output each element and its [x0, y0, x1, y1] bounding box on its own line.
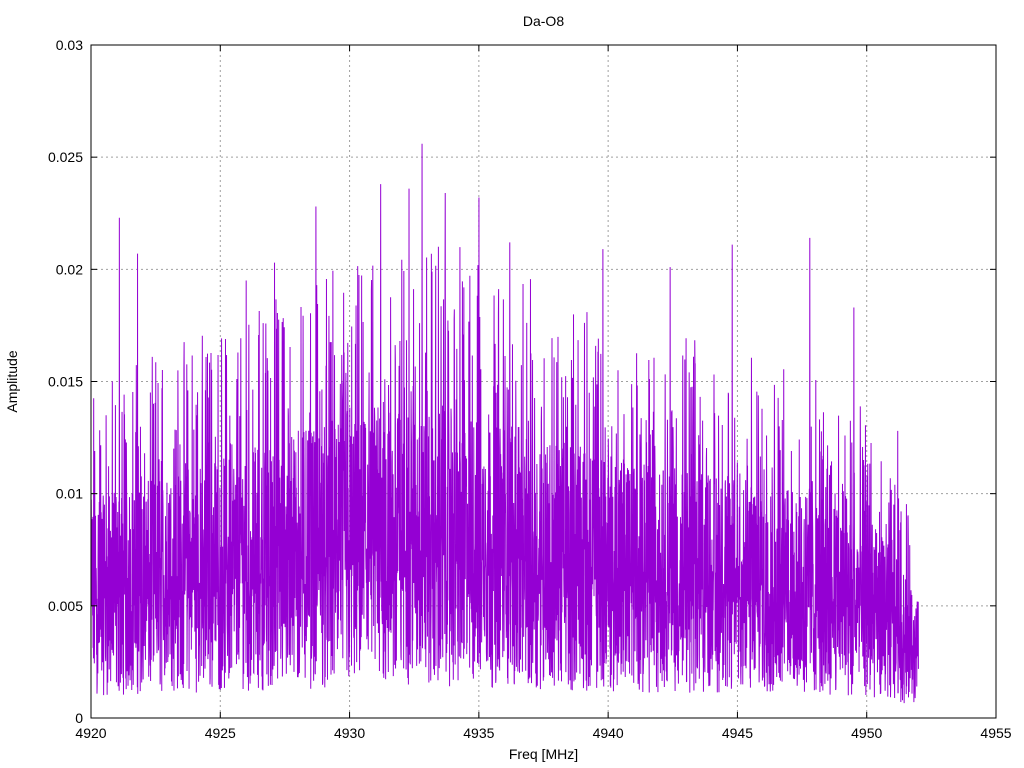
y-tick-label: 0 [75, 710, 83, 726]
x-tick-label: 4920 [75, 725, 106, 741]
y-tick-label: 0.005 [48, 598, 83, 614]
y-axis-label: Amplitude [4, 350, 20, 412]
x-tick-label: 4955 [980, 725, 1011, 741]
x-tick-label: 4930 [334, 725, 365, 741]
y-tick-label: 0.02 [56, 261, 83, 277]
y-tick-label: 0.025 [48, 149, 83, 165]
x-tick-label: 4950 [851, 725, 882, 741]
x-tick-label: 4940 [593, 725, 624, 741]
y-tick-label: 0.015 [48, 374, 83, 390]
chart-title: Da-O8 [523, 13, 564, 29]
y-tick-label: 0.01 [56, 486, 83, 502]
x-tick-label: 4935 [463, 725, 494, 741]
x-tick-label: 4945 [722, 725, 753, 741]
spectrum-chart: 4920 4925 4930 4935 4940 4945 4950 4955 0 0.005 0.… [0, 0, 1024, 768]
x-tick-label: 4925 [205, 725, 236, 741]
x-axis-label: Freq [MHz] [509, 746, 578, 762]
y-tick-label: 0.03 [56, 37, 83, 53]
chart-root: 4920 4925 4930 4935 4940 4945 4950 4955 0 0.005 0.… [0, 0, 1024, 768]
